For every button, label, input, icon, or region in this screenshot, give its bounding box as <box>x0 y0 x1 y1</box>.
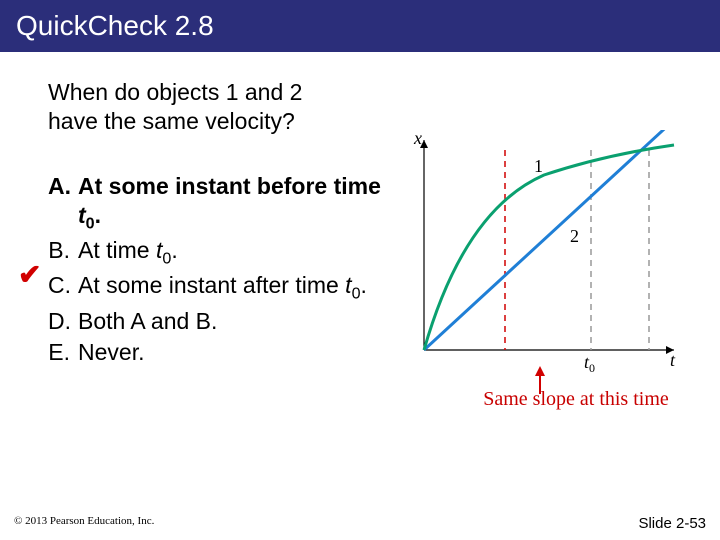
choice-letter: E. <box>48 338 78 367</box>
question-text: When do objects 1 and 2 have the same ve… <box>48 78 358 136</box>
curve-2 <box>424 130 674 350</box>
footer: © 2013 Pearson Education, Inc. Slide 2-5… <box>14 515 706 532</box>
choice-c: C. At some instant after time t0. <box>48 271 388 304</box>
choice-text: Never. <box>78 338 388 367</box>
slide: QuickCheck 2.8 When do objects 1 and 2 h… <box>0 0 720 540</box>
graph-caption: Same slope at this time <box>436 388 716 411</box>
choice-text: At some instant after time t0. <box>78 271 388 304</box>
curve-2-label: 2 <box>570 226 579 246</box>
choice-text: Both A and B. <box>78 307 388 336</box>
choice-text: At time t0. <box>78 236 388 269</box>
position-time-graph: x t 1 2 t0 <box>394 130 684 380</box>
checkmark-icon: ✔ <box>18 258 41 291</box>
choice-a: A. At some instant before time t0. <box>48 172 388 235</box>
t0-label: t0 <box>584 352 595 375</box>
answer-choices: A. At some instant before time t0. B. At… <box>48 172 388 368</box>
y-axis-label: x <box>413 130 422 148</box>
choice-e: E. Never. <box>48 338 388 367</box>
x-axis-label: t <box>670 350 676 370</box>
slide-number: Slide 2-53 <box>638 515 706 532</box>
choice-letter: C. <box>48 271 78 304</box>
choice-letter: B. <box>48 236 78 269</box>
choice-b: B. At time t0. <box>48 236 388 269</box>
choice-letter: A. <box>48 172 78 235</box>
slide-title: QuickCheck 2.8 <box>0 0 720 52</box>
slide-content: When do objects 1 and 2 have the same ve… <box>0 60 720 510</box>
curve-1 <box>424 145 674 350</box>
curve-1-label: 1 <box>534 156 543 176</box>
choice-d: D. Both A and B. <box>48 307 388 336</box>
choice-letter: D. <box>48 307 78 336</box>
copyright-text: © 2013 Pearson Education, Inc. <box>14 515 154 532</box>
choice-text: At some instant before time t0. <box>78 172 388 235</box>
